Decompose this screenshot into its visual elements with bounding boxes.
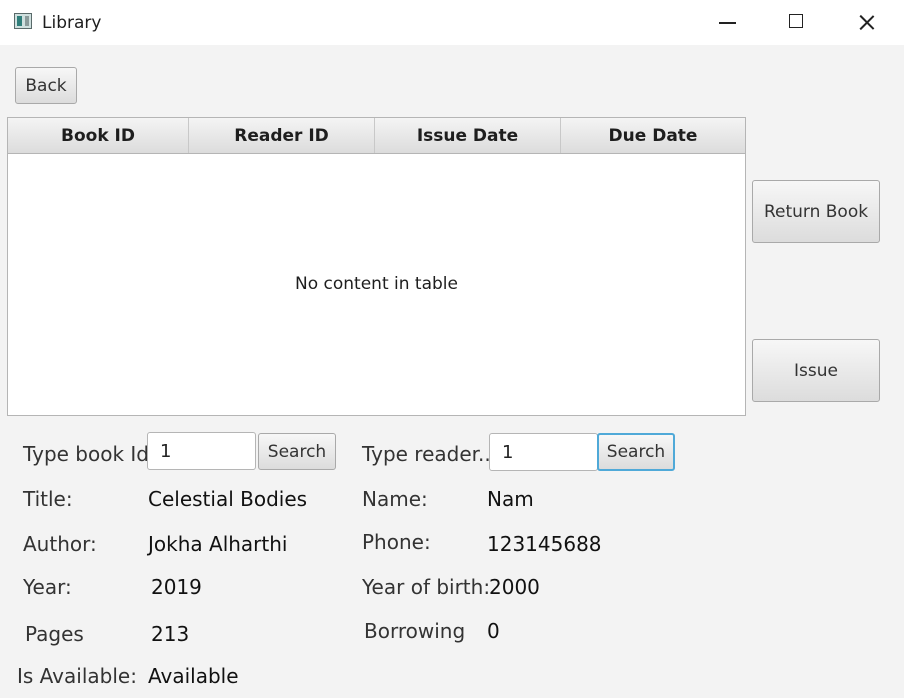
- reader-id-input[interactable]: [489, 433, 598, 471]
- reader-name-label: Name:: [362, 487, 428, 511]
- book-available-label: Is Available:: [17, 664, 137, 688]
- table-placeholder: No content in table: [295, 274, 458, 294]
- loans-table[interactable]: Book ID Reader ID Issue Date Due Date No…: [7, 117, 746, 416]
- book-pages-label: Pages: [25, 622, 84, 646]
- maximize-icon[interactable]: [785, 10, 809, 34]
- close-icon[interactable]: [855, 10, 879, 34]
- table-header: Book ID Reader ID Issue Date Due Date: [8, 118, 745, 154]
- book-available-value: Available: [148, 664, 239, 688]
- return-book-button[interactable]: Return Book: [752, 180, 880, 243]
- window-title: Library: [42, 13, 102, 33]
- reader-name-value: Nam: [487, 487, 534, 511]
- reader-phone-label: Phone:: [362, 530, 431, 554]
- book-id-input[interactable]: [147, 432, 256, 470]
- book-search-button[interactable]: Search: [258, 433, 336, 470]
- column-header-book-id[interactable]: Book ID: [8, 118, 189, 153]
- book-title-label: Title:: [23, 487, 73, 511]
- reader-borrowing-value: 0: [487, 619, 500, 643]
- book-author-label: Author:: [23, 532, 97, 556]
- app-icon: [14, 13, 32, 29]
- book-title-value: Celestial Bodies: [148, 487, 308, 511]
- book-author-value: Jokha Alharthi: [148, 532, 288, 556]
- minimize-icon[interactable]: [716, 10, 740, 34]
- book-pages-value: 213: [151, 622, 190, 646]
- reader-id-label: Type reader...: [362, 442, 498, 466]
- column-header-due-date[interactable]: Due Date: [561, 118, 745, 153]
- book-year-label: Year:: [23, 575, 72, 599]
- reader-search-button[interactable]: Search: [597, 433, 675, 471]
- book-year-value: 2019: [151, 575, 202, 599]
- reader-phone-value: 123145688: [487, 532, 602, 556]
- column-header-issue-date[interactable]: Issue Date: [375, 118, 561, 153]
- reader-birth-label: Year of birth:: [362, 575, 491, 599]
- reader-borrowing-label: Borrowing: [364, 619, 466, 643]
- column-header-reader-id[interactable]: Reader ID: [189, 118, 375, 153]
- reader-birth-value: 2000: [489, 575, 540, 599]
- back-button[interactable]: Back: [15, 67, 77, 104]
- title-bar: Library: [0, 0, 904, 45]
- book-id-label: Type book Id:: [23, 442, 156, 466]
- issue-button[interactable]: Issue: [752, 339, 880, 402]
